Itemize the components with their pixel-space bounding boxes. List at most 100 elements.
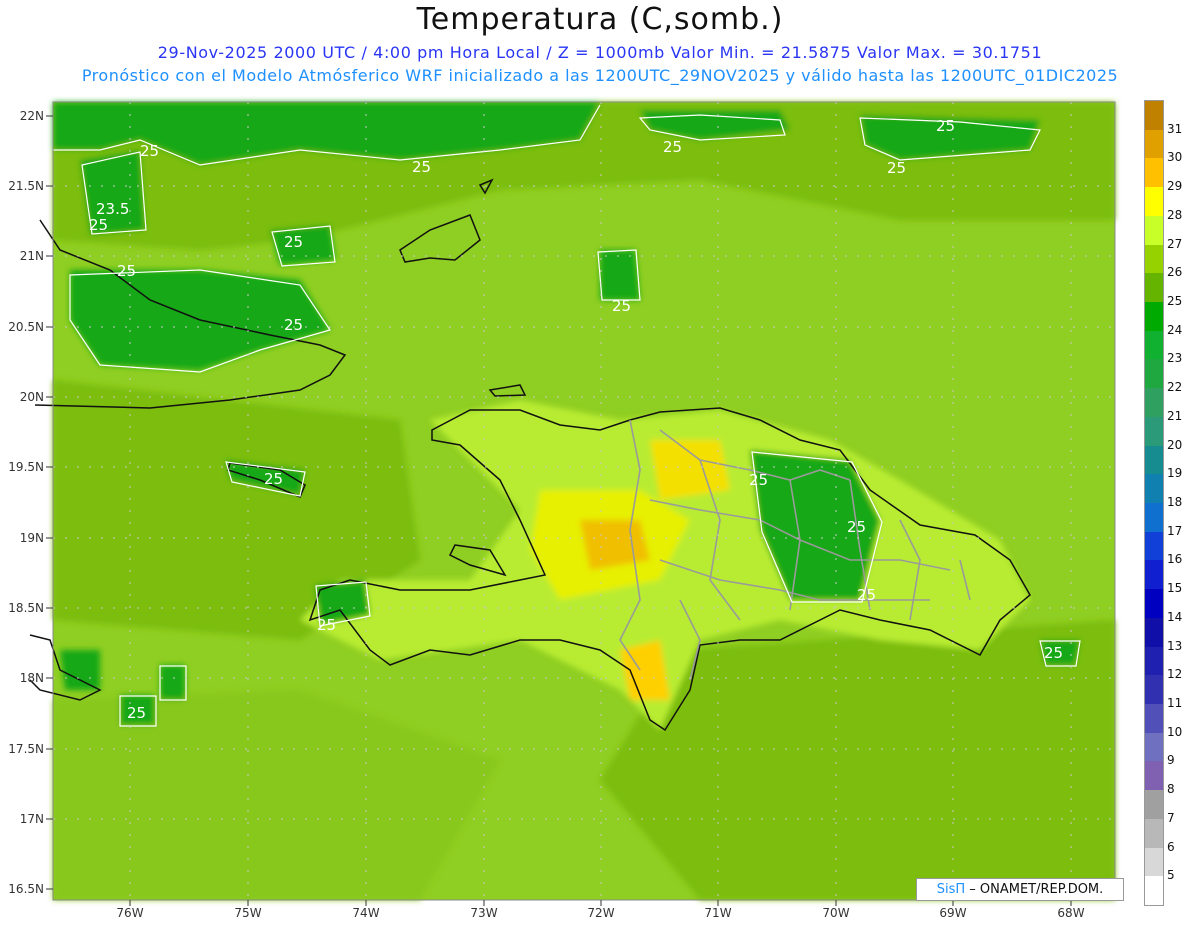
colorbar-segment [1145,560,1163,590]
colorbar-label: 24 [1167,322,1183,337]
colorbar-segment [1145,646,1163,676]
colorbar-label: 15 [1167,581,1183,596]
contour-label: 25 [663,138,682,156]
lon-tick-label: 74W [352,906,379,920]
colorbar-label: 6 [1167,839,1175,854]
credit-brand: SisΠ [936,882,966,897]
colorbar-label: 13 [1167,638,1183,653]
colorbar-segment [1145,330,1163,360]
colorbar-segment [1145,617,1163,648]
colorbar-segment [1145,215,1163,246]
colorbar-label: 29 [1167,179,1183,194]
lat-tick-label: 22N [20,109,44,123]
map-subtitle-model-info: Pronóstico con el Modelo Atmósferico WRF… [81,66,1119,85]
colorbar-label: 23 [1167,351,1183,366]
contour-label: 25 [117,262,136,280]
lon-tick-label: 73W [470,906,497,920]
contour-label: 25 [857,586,876,604]
colorbar-segment [1145,445,1163,475]
colorbar-segment [1145,818,1163,849]
lon-tick-label: 72W [587,906,614,920]
colorbar-segment [1145,244,1163,274]
colorbar-label: 18 [1167,495,1183,509]
contour-label: 25 [887,159,906,177]
colorbar-segment [1145,474,1163,504]
lat-tick-label: 16.5N [8,882,44,896]
lon-tick-label: 70W [822,906,849,920]
colorbar-label: 5 [1167,868,1175,883]
lon-tick-label: 71W [704,906,731,920]
colorbar-label: 25 [1167,294,1183,308]
lat-tick-label: 20N [20,390,44,404]
lat-tick-label: 21N [20,249,44,263]
colorbar-segment [1145,158,1163,188]
colorbar-label: 8 [1167,782,1175,797]
credit-text: – ONAMET/REP.DOM. [969,882,1104,897]
colorbar-label: 10 [1167,724,1183,739]
colorbar-label: 17 [1167,523,1183,538]
colorbar [1144,100,1164,906]
colorbar-segment [1145,589,1163,619]
lat-tick-label: 18.5N [8,601,44,615]
colorbar-segment [1145,761,1163,791]
contour-label: 25 [1044,644,1063,662]
lat-tick-label: 19.5N [8,460,44,474]
latitude-ticks [46,115,53,890]
latitude-labels: 22N 21.5N 21N 20.5N 20N 19.5N 19N 18.5N … [8,109,44,896]
contour-label: 25 [936,117,955,135]
colorbar-segment [1145,790,1163,820]
colorbar-segment [1145,675,1163,705]
contour-label: 25 [89,216,108,234]
colorbar-segment [1145,388,1163,418]
longitude-labels: 76W 75W 74W 73W 72W 71W 70W 69W 68W [116,906,1084,920]
lat-tick-label: 20.5N [8,320,44,334]
colorbar-segment [1145,359,1163,389]
colorbar-segment [1145,273,1163,303]
lat-tick-label: 17N [20,812,44,826]
contour-label: 25 [749,471,768,489]
colorbar-segment [1145,129,1163,159]
contour-label: 25 [284,316,303,334]
colorbar-segment [1145,302,1163,332]
lat-tick-label: 17.5N [8,742,44,756]
contour-label: 25 [612,297,631,315]
colorbar-label: 22 [1167,380,1183,395]
colorbar-label: 21 [1167,408,1183,423]
colorbar-label: 7 [1167,810,1175,825]
colorbar-segment [1145,101,1163,131]
colorbar-label: 14 [1167,609,1183,624]
colorbar-label: 26 [1167,265,1183,280]
forecast-map: 25 25 25 25 25 23.5 25 25 25 25 25 25 25… [8,101,1116,920]
contour-label: 25 [284,233,303,251]
colorbar-label: 16 [1167,552,1183,567]
colorbar-label: 20 [1167,437,1183,452]
colorbar-segment [1145,704,1163,734]
colorbar-label: 28 [1167,207,1183,222]
map-subtitle-valid-time: 29-Nov-2025 2000 UTC / 4:00 pm Hora Loca… [157,43,1043,62]
colorbar-segment [1145,847,1163,877]
credit-box: SisΠ – ONAMET/REP.DOM. [916,878,1124,901]
colorbar-label: 31 [1167,121,1183,136]
lon-tick-label: 69W [939,906,966,920]
contour-label: 25 [127,704,146,722]
lat-tick-label: 21.5N [8,179,44,193]
contour-label: 25 [847,518,866,536]
colorbar-segment [1145,531,1163,561]
contour-label: 25 [140,142,159,160]
contour-label: 25 [264,470,283,488]
map-title: Temperatura (C,somb.) [416,2,784,37]
lat-tick-label: 18N [20,671,44,685]
contour-label: 25 [412,158,431,176]
colorbar-label: 9 [1167,753,1175,768]
colorbar-segment [1145,416,1163,447]
lon-tick-label: 76W [116,906,143,920]
colorbar-segment [1145,732,1163,762]
colorbar-label: 30 [1167,150,1183,165]
colorbar-segment [1145,187,1163,217]
contour-label: 25 [317,616,336,634]
colorbar-label: 11 [1167,696,1183,710]
lon-tick-label: 75W [234,906,261,920]
colorbar-segment [1145,503,1163,533]
lat-tick-label: 19N [20,531,44,545]
colorbar-label: 27 [1167,236,1183,251]
